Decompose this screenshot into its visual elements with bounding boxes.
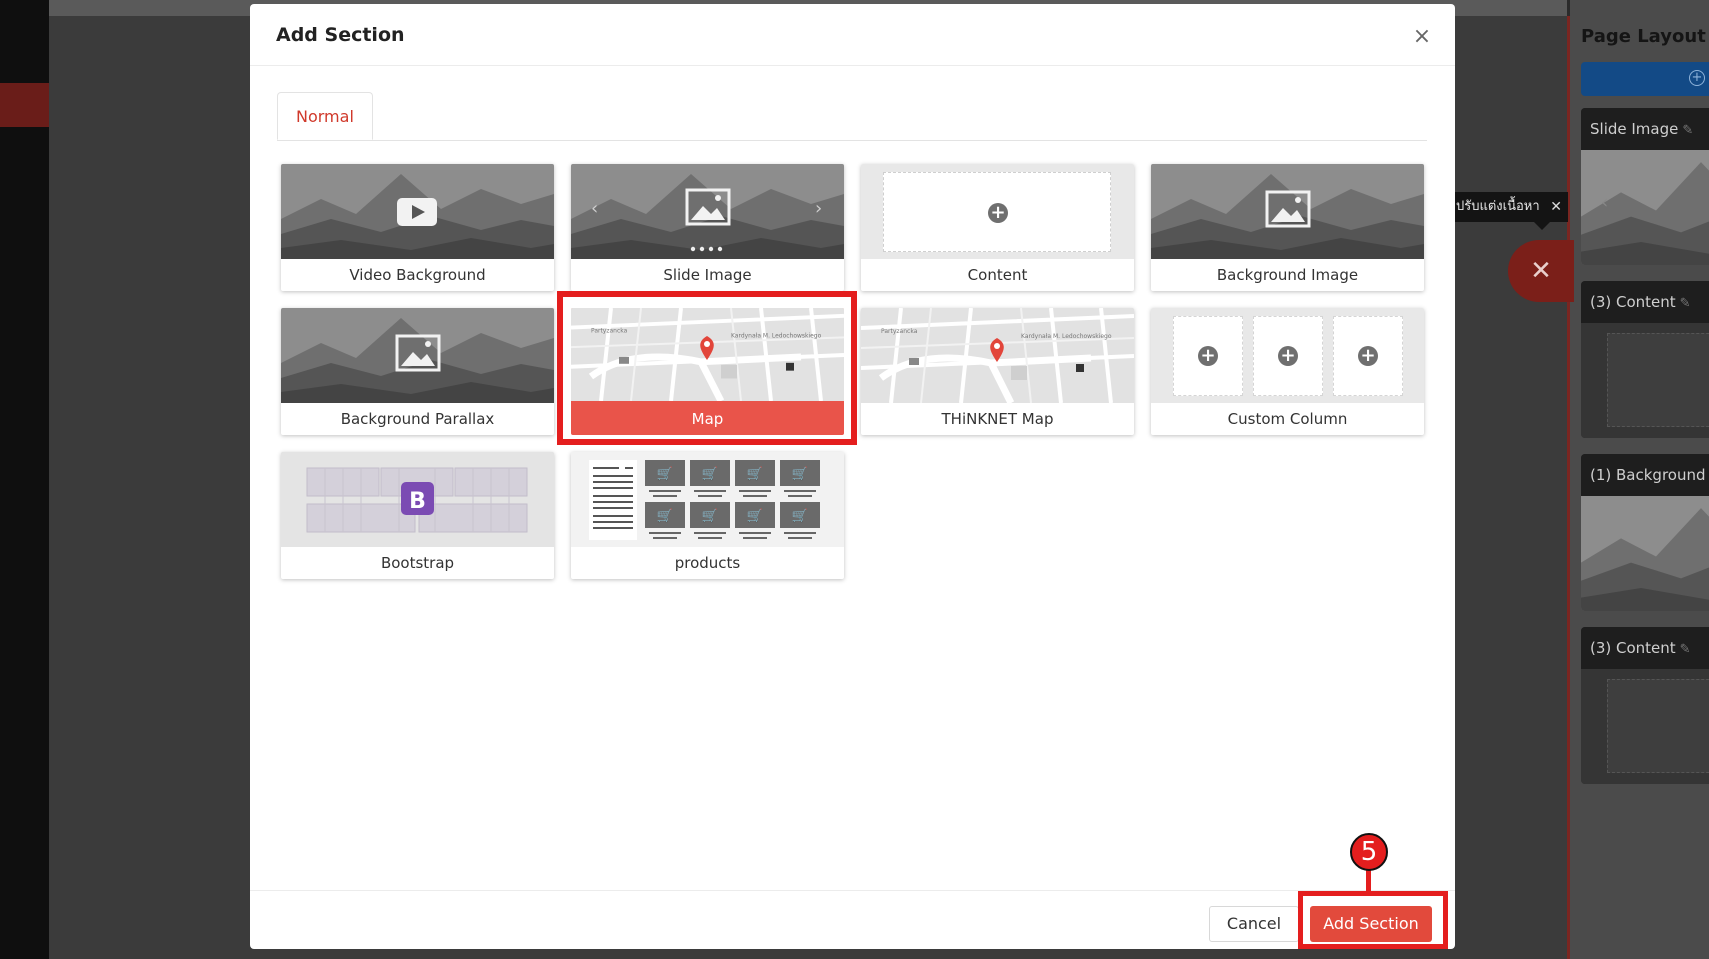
page-layout-panel: Page Layout? + Slide Image✎ ‹ (3) Conten… <box>1570 0 1709 959</box>
svg-text:🛒: 🛒 <box>792 508 808 524</box>
tile-content[interactable]: + Content <box>861 164 1134 291</box>
tile-image: B <box>281 452 554 547</box>
add-section-modal: Add Section × Normal Video Background ‹ … <box>250 4 1455 949</box>
tile-image: ‹ › <box>571 164 844 259</box>
pencil-icon[interactable]: ✎ <box>1680 642 1691 657</box>
tile-background-image[interactable]: Background Image <box>1151 164 1424 291</box>
column-placeholder: + <box>1173 316 1243 396</box>
tile-bootstrap[interactable]: B Bootstrap <box>281 452 554 579</box>
step-number-badge: 5 <box>1350 833 1388 871</box>
layout-card-content[interactable]: (3) Content ✎ <box>1581 281 1709 438</box>
page-layout-title-text: Page Layout <box>1581 26 1706 47</box>
left-sidebar-strip <box>0 0 49 959</box>
layout-card-header: Slide Image ✎ <box>1581 108 1709 150</box>
tile-label: Slide Image <box>663 266 752 284</box>
column-placeholder: + <box>1333 316 1403 396</box>
tile-thinknet-map[interactable]: THiNKNET Map <box>861 308 1134 435</box>
layout-card-title: (1) Background <box>1590 466 1706 484</box>
edit-content-tooltip: ปรับแต่งเนื้อหา ✕ <box>1452 192 1568 222</box>
page-layout-title: Page Layout? <box>1581 26 1709 47</box>
tile-label: Custom Column <box>1227 410 1348 428</box>
tile-video-background[interactable]: Video Background <box>281 164 554 291</box>
modal-title: Add Section <box>276 24 405 46</box>
mountain-thumbnail <box>1151 164 1424 259</box>
section-type-tabs: Normal <box>277 92 1427 141</box>
tooltip-close-icon[interactable]: ✕ <box>1550 192 1562 222</box>
tooltip-text: ปรับแต่งเนื้อหา <box>1456 199 1540 214</box>
layout-card-thumbnail: ‹ <box>1581 150 1709 265</box>
tile-background-parallax[interactable]: Background Parallax <box>281 308 554 435</box>
tile-label: Content <box>967 266 1028 284</box>
tile-image <box>861 308 1134 403</box>
mountain-thumbnail <box>281 164 554 259</box>
step-annotation-stem <box>1366 869 1371 893</box>
tile-label: THiNKNET Map <box>941 410 1054 428</box>
tab-normal[interactable]: Normal <box>277 92 373 140</box>
layout-card-thumbnail <box>1581 669 1709 784</box>
plus-circle-icon: + <box>1198 346 1218 366</box>
tile-label: Background Image <box>1216 266 1359 284</box>
floating-close-button[interactable]: ✕ <box>1508 240 1574 302</box>
layout-card-header: (3) Content ✎ <box>1581 627 1709 669</box>
plus-circle-icon: + <box>1358 346 1378 366</box>
layout-card-title: (3) Content <box>1590 293 1676 311</box>
tile-slide-image[interactable]: ‹ › Slide Image <box>571 164 844 291</box>
layout-card-header: (3) Content ✎ <box>1581 281 1709 323</box>
layout-card-title: Slide Image <box>1590 120 1679 138</box>
tile-image: 🛒 🛒 🛒 🛒 🛒 🛒 🛒 🛒 <box>571 452 844 547</box>
tile-label: products <box>674 554 741 572</box>
modal-header: Add Section × <box>250 4 1455 66</box>
tile-label: Video Background <box>349 266 486 284</box>
map-thumbnail <box>861 308 1134 403</box>
svg-text:🛒: 🛒 <box>792 466 808 482</box>
close-icon[interactable]: × <box>1411 26 1433 48</box>
products-thumbnail: 🛒 🛒 🛒 🛒 🛒 🛒 🛒 🛒 <box>571 452 844 547</box>
cancel-button[interactable]: Cancel <box>1209 906 1299 942</box>
svg-text:🛒: 🛒 <box>702 466 718 482</box>
pencil-icon[interactable]: ✎ <box>1680 296 1691 311</box>
svg-text:›: › <box>815 198 822 219</box>
plus-circle-icon: + <box>1278 346 1298 366</box>
content-placeholder: + <box>883 172 1111 252</box>
mountain-thumbnail: ‹ › <box>571 164 844 259</box>
mountain-thumbnail <box>281 308 554 403</box>
svg-text:🛒: 🛒 <box>657 508 673 524</box>
chevron-left-icon: ‹ <box>1601 192 1609 213</box>
tooltip-arrow <box>1534 222 1550 230</box>
svg-text:🛒: 🛒 <box>747 466 763 482</box>
svg-text:🛒: 🛒 <box>747 508 763 524</box>
plus-circle-icon: + <box>988 203 1008 223</box>
bootstrap-thumbnail: B <box>281 452 554 547</box>
svg-text:🛒: 🛒 <box>657 466 673 482</box>
tile-image <box>281 164 554 259</box>
add-section-panel-button[interactable]: + <box>1581 62 1709 96</box>
tile-label: Background Parallax <box>340 410 495 428</box>
tile-image: + + + <box>1151 308 1424 403</box>
map-highlight-annotation <box>557 291 857 445</box>
svg-text:‹: ‹ <box>591 198 598 219</box>
layout-card-content[interactable]: (3) Content ✎ <box>1581 627 1709 784</box>
tile-label: Bootstrap <box>380 554 455 572</box>
svg-text:B: B <box>409 489 426 514</box>
add-button-highlight-annotation <box>1298 891 1448 949</box>
mountain-thumbnail <box>1581 496 1709 611</box>
modal-footer: Cancel Add Section <box>250 890 1455 949</box>
layout-card-title: (3) Content <box>1590 639 1676 657</box>
layout-card-thumbnail <box>1581 323 1709 438</box>
layout-card-slide-image[interactable]: Slide Image ✎ ‹ <box>1581 108 1709 265</box>
column-placeholder: + <box>1253 316 1323 396</box>
pencil-icon[interactable]: ✎ <box>1682 123 1693 138</box>
tile-image <box>281 308 554 403</box>
tile-image: + <box>861 164 1134 259</box>
layout-card-thumbnail <box>1581 496 1709 611</box>
layout-card-background[interactable]: (1) Background <box>1581 454 1709 611</box>
layout-card-header: (1) Background <box>1581 454 1709 496</box>
tile-products[interactable]: 🛒 🛒 🛒 🛒 🛒 🛒 🛒 🛒 products <box>571 452 844 579</box>
plus-circle-icon: + <box>1689 70 1705 86</box>
left-active-indicator <box>0 83 49 127</box>
svg-text:🛒: 🛒 <box>702 508 718 524</box>
tile-image <box>1151 164 1424 259</box>
tile-custom-column[interactable]: + + + Custom Column <box>1151 308 1424 435</box>
